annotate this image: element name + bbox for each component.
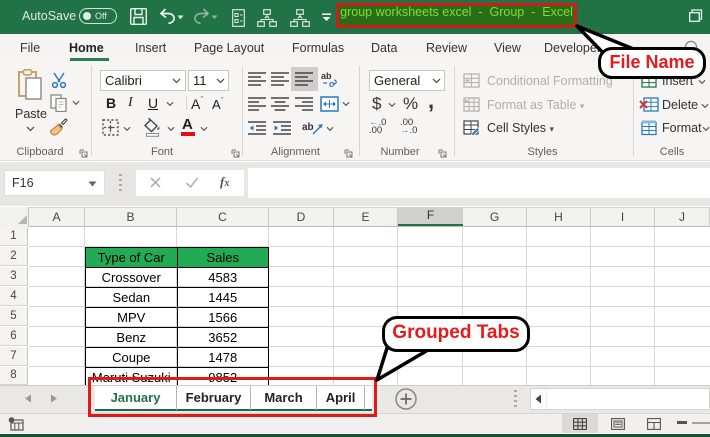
svg-text:ab: ab [302, 122, 314, 133]
